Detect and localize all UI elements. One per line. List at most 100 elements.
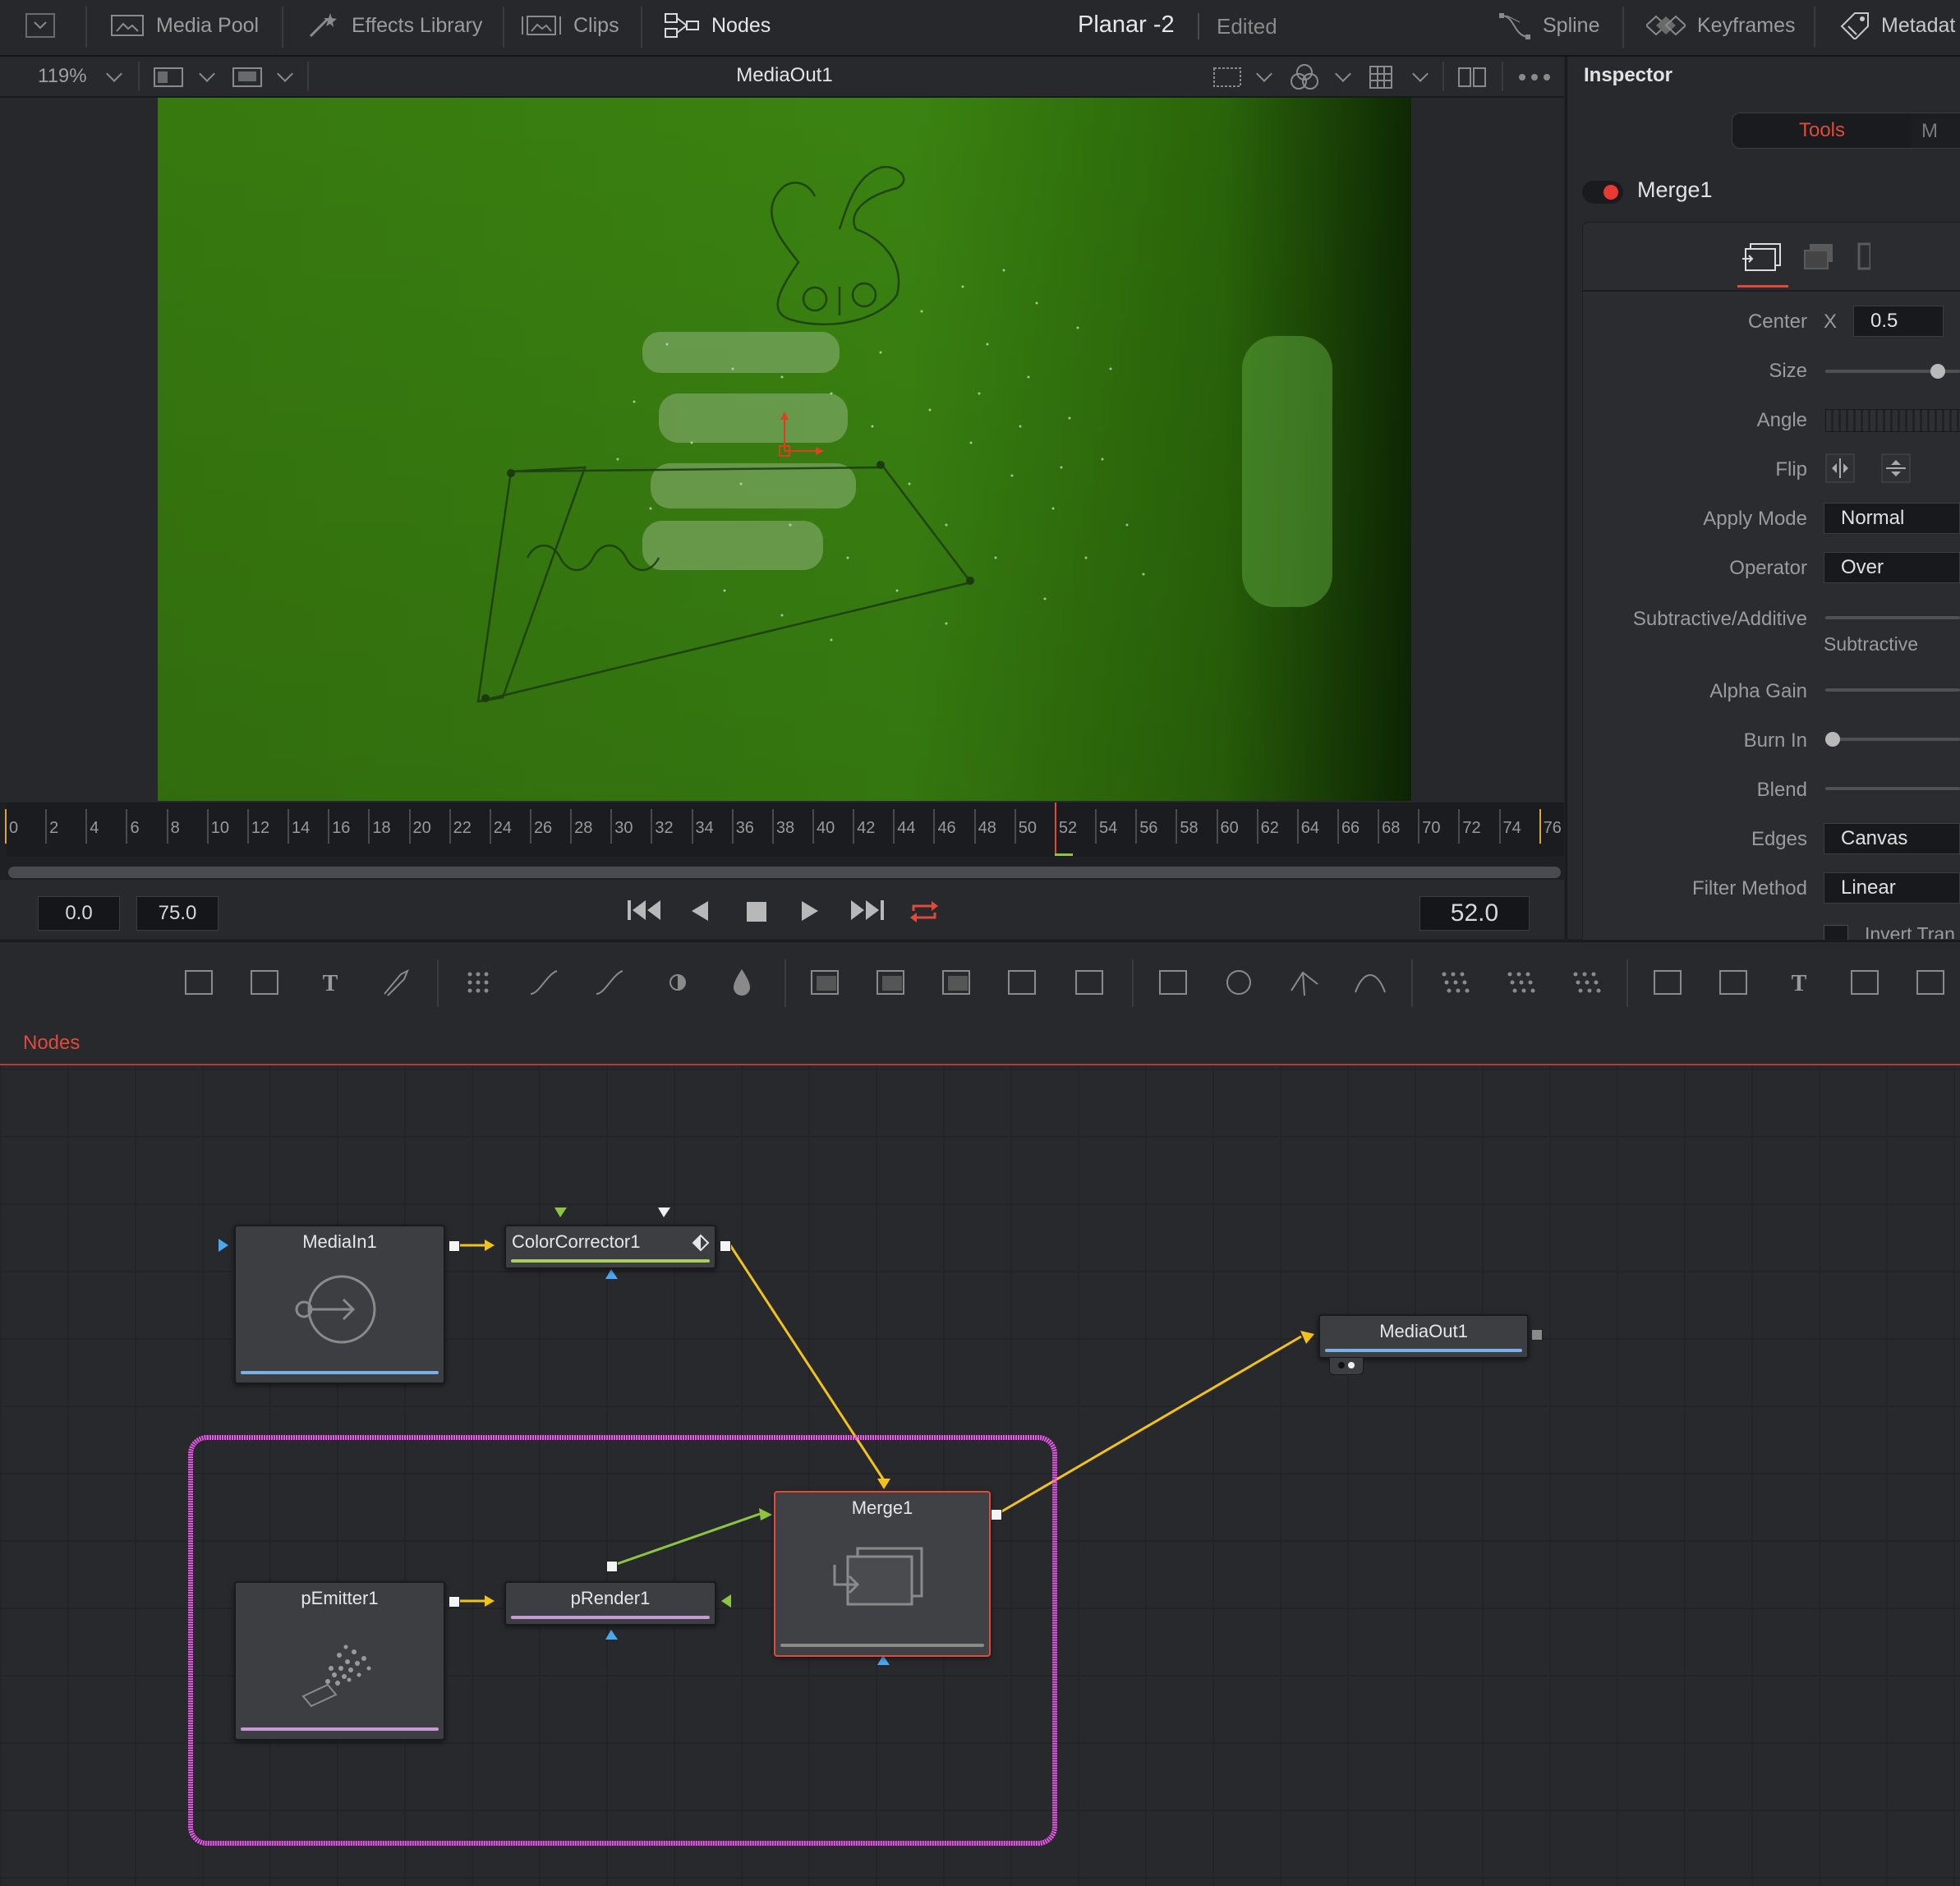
single-view-icon[interactable] <box>232 67 263 88</box>
invert-transform-checkbox[interactable] <box>1824 925 1848 940</box>
loop-icon[interactable] <box>909 898 940 926</box>
transform-tool-icon[interactable] <box>1004 966 1040 999</box>
flip-vertical-icon[interactable] <box>1881 453 1911 483</box>
renderer3d-tool-icon[interactable] <box>1847 966 1883 999</box>
color-curves-tool-icon[interactable] <box>591 966 628 999</box>
metadata-button[interactable]: Metadat <box>1840 0 1955 51</box>
playhead[interactable] <box>1054 803 1056 853</box>
particle-emitter-tool-icon[interactable] <box>1434 966 1470 999</box>
keyframe-diamond-icon[interactable] <box>692 1234 710 1252</box>
camera3d-tool-icon[interactable] <box>1912 966 1948 999</box>
paint-tool-icon[interactable] <box>378 966 414 999</box>
pemitter-output-port[interactable] <box>449 1596 460 1608</box>
render-end-field[interactable]: 75.0 <box>136 896 219 931</box>
clips-button[interactable]: Clips <box>521 0 619 51</box>
play-forward-icon[interactable] <box>800 899 820 922</box>
blend-slider[interactable] <box>1825 787 1960 790</box>
center-x-field[interactable]: 0.5 <box>1853 306 1944 337</box>
grid-chevron-icon[interactable] <box>1412 66 1429 82</box>
ruler-tick-line <box>1216 809 1218 844</box>
matte-tool-icon[interactable] <box>724 966 760 999</box>
tool-separator <box>1411 959 1413 1007</box>
viewer-indicator[interactable] <box>1329 1357 1364 1375</box>
timeline-scrollbar[interactable] <box>8 867 1561 878</box>
spline-button[interactable]: Spline <box>1498 0 1600 51</box>
keyframes-button[interactable]: Keyframes <box>1646 0 1795 51</box>
burn-in-slider-knob[interactable] <box>1825 732 1840 747</box>
rectangle-tool-icon[interactable] <box>1155 966 1191 999</box>
settings-tab-icon[interactable] <box>1854 241 1870 274</box>
current-time-field[interactable]: 52.0 <box>1419 896 1530 931</box>
flip-horizontal-icon[interactable] <box>1825 453 1855 483</box>
node-mediaout[interactable]: MediaOut1 <box>1318 1314 1529 1359</box>
fast-noise-tool-icon[interactable] <box>246 966 283 999</box>
node-prender[interactable]: pRender1 <box>504 1581 716 1626</box>
effects-library-button[interactable]: Effects Library <box>307 0 482 51</box>
composite-tool-icon[interactable] <box>938 966 974 999</box>
ellipse-tool-icon[interactable] <box>1221 966 1257 999</box>
brightness-tool-icon[interactable] <box>660 966 696 999</box>
apply-mode-select[interactable]: Normal <box>1824 503 1960 534</box>
stop-icon[interactable] <box>746 901 767 922</box>
zoom-chevron-icon[interactable] <box>106 66 122 82</box>
subtractive-additive-slider[interactable] <box>1825 616 1960 619</box>
letterbox-tool-icon[interactable] <box>1071 966 1107 999</box>
particles-tool-icon[interactable] <box>460 966 496 999</box>
media-pool-button[interactable]: Media Pool <box>110 0 259 51</box>
edges-select[interactable]: Canvas <box>1824 823 1960 854</box>
node-merge[interactable]: Merge1 <box>774 1491 991 1657</box>
merge-tool-icon[interactable] <box>807 966 843 999</box>
angle-thumbwheel[interactable] <box>1825 409 1960 432</box>
roi-icon[interactable] <box>1212 67 1242 88</box>
render-start-field[interactable]: 0.0 <box>38 896 120 931</box>
size-slider-knob[interactable] <box>1930 364 1945 379</box>
particle-render-tool-icon[interactable] <box>1500 966 1536 999</box>
node-pemitter[interactable]: pEmitter1 <box>234 1581 445 1741</box>
background-tool-icon[interactable] <box>181 966 217 999</box>
operator-select[interactable]: Over <box>1824 552 1960 583</box>
viewer-frame[interactable] <box>158 98 1411 801</box>
shape3d-tool-icon[interactable] <box>1649 966 1686 999</box>
spline-label: Spline <box>1543 13 1600 37</box>
play-reverse-icon[interactable] <box>690 899 710 922</box>
channels-chevron-icon[interactable] <box>1335 66 1351 82</box>
view-chevron-icon[interactable] <box>277 66 293 82</box>
tool-separator <box>784 959 786 1007</box>
split-view-icon[interactable] <box>153 67 184 88</box>
grid-icon[interactable] <box>1369 65 1393 90</box>
go-to-start-icon[interactable] <box>626 898 662 922</box>
mediaout-output-port[interactable] <box>1531 1329 1543 1341</box>
nodes-button[interactable]: Nodes <box>664 0 771 51</box>
ruler-tick-line <box>1095 809 1097 844</box>
burn-in-slider-track[interactable] <box>1825 738 1960 741</box>
merge-output-port[interactable] <box>991 1509 1002 1520</box>
text-tool-icon[interactable]: T <box>312 966 348 999</box>
particle-merge-tool-icon[interactable] <box>1566 966 1602 999</box>
split-chevron-icon[interactable] <box>199 66 215 82</box>
image-plane-tool-icon[interactable] <box>1715 966 1751 999</box>
mediain-output-port[interactable] <box>449 1240 460 1252</box>
tab-tools[interactable]: Tools <box>1732 113 1912 148</box>
color-channels-icon[interactable] <box>1290 63 1319 91</box>
filter-method-select[interactable]: Linear <box>1824 872 1960 904</box>
polygon-tool-icon[interactable] <box>1286 966 1323 999</box>
node-mediain[interactable]: MediaIn1 <box>234 1225 445 1384</box>
dual-viewer-icon[interactable] <box>1457 67 1487 88</box>
zoom-level[interactable]: 119% <box>38 65 87 88</box>
panel-toggle-button[interactable] <box>25 0 56 51</box>
tab-modifiers[interactable]: M <box>1921 120 1938 143</box>
curves-tool-icon[interactable] <box>526 966 562 999</box>
bspline-tool-icon[interactable] <box>1352 966 1388 999</box>
go-to-end-icon[interactable] <box>849 898 886 922</box>
text3d-tool-icon[interactable]: T <box>1781 966 1817 999</box>
timeline-ruler[interactable]: 0 2 4 6 8 10 12 14 16 18 20 22 24 26 28 30 32 34 36 38 40 42 4… <box>5 803 1564 857</box>
channel-boolean-tool-icon[interactable] <box>872 966 909 999</box>
prender-output-port[interactable] <box>606 1561 618 1572</box>
alpha-gain-slider[interactable] <box>1825 688 1960 692</box>
colorcorrector-output-port[interactable] <box>720 1240 731 1252</box>
merge-controls-tab-icon[interactable] <box>1739 241 1783 274</box>
channels-tab-icon[interactable] <box>1800 241 1836 274</box>
roi-chevron-icon[interactable] <box>1256 66 1272 82</box>
node-colorcorrector[interactable]: ColorCorrector1 <box>504 1225 716 1269</box>
more-options-icon[interactable] <box>1518 73 1551 81</box>
